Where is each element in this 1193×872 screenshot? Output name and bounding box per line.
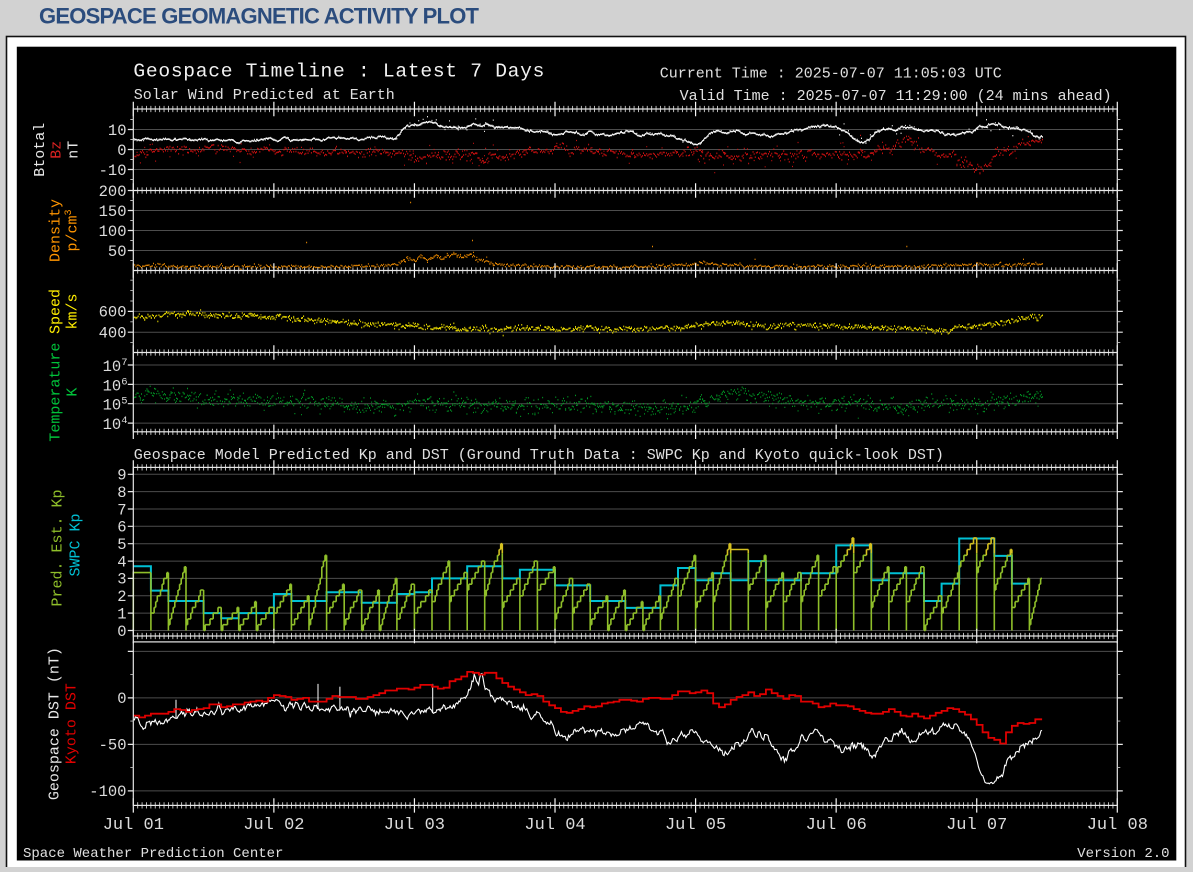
svg-text:Kyoto DST: Kyoto DST: [64, 683, 81, 764]
svg-text:Density: Density: [48, 199, 65, 262]
svg-text:1: 1: [117, 605, 126, 623]
svg-text:Jul 06: Jul 06: [806, 816, 867, 835]
svg-text:Version 2.0: Version 2.0: [1077, 846, 1169, 862]
svg-text:600: 600: [99, 304, 127, 322]
svg-text:400: 400: [99, 325, 127, 343]
svg-text:Jul 07: Jul 07: [946, 816, 1007, 835]
svg-text:2: 2: [117, 588, 126, 606]
svg-text:Jul 02: Jul 02: [243, 816, 304, 835]
svg-text:0: 0: [117, 142, 126, 160]
svg-text:SWPC Kp: SWPC Kp: [68, 513, 85, 576]
svg-text:Temperature: Temperature: [48, 343, 65, 442]
svg-text:4: 4: [117, 553, 126, 571]
svg-text:Jul 05: Jul 05: [665, 816, 726, 835]
svg-text:9: 9: [117, 467, 126, 485]
svg-text:5: 5: [117, 536, 126, 554]
svg-text:nT: nT: [66, 141, 83, 159]
svg-text:100: 100: [99, 223, 127, 241]
svg-text:Bz: Bz: [49, 141, 66, 159]
svg-text:Geospace Timeline : Latest 7 D: Geospace Timeline : Latest 7 Days: [133, 61, 544, 83]
svg-text:150: 150: [99, 203, 127, 221]
svg-text:Space Weather Prediction Cente: Space Weather Prediction Center: [23, 846, 283, 862]
svg-text:-100: -100: [89, 783, 126, 801]
svg-text:0: 0: [117, 690, 126, 708]
svg-text:K: K: [65, 388, 82, 397]
svg-text:Solar Wind Predicted at Earth: Solar Wind Predicted at Earth: [134, 87, 395, 104]
svg-text:-10: -10: [99, 162, 127, 180]
svg-text:Geospace Model Predicted Kp an: Geospace Model Predicted Kp and DST (Gro…: [134, 447, 944, 464]
svg-text:Btotal: Btotal: [32, 123, 49, 177]
svg-text:p/cm3: p/cm3: [64, 209, 82, 251]
svg-text:Current Time : 2025-07-07 11:0: Current Time : 2025-07-07 11:05:03 UTC: [660, 66, 1002, 83]
svg-text:-50: -50: [99, 737, 127, 755]
svg-text:7: 7: [117, 501, 126, 519]
svg-text:0: 0: [117, 623, 126, 641]
svg-text:Geospace DST (nT): Geospace DST (nT): [47, 647, 64, 800]
svg-text:3: 3: [117, 571, 126, 589]
svg-text:Jul 01: Jul 01: [103, 816, 164, 835]
svg-text:Pred. Est. Kp: Pred. Est. Kp: [50, 489, 67, 606]
svg-text:50: 50: [108, 243, 127, 261]
svg-text:Speed: Speed: [48, 289, 65, 334]
svg-text:10: 10: [108, 122, 127, 140]
svg-text:Jul 08: Jul 08: [1087, 816, 1148, 835]
svg-text:Valid Time : 2025-07-07 11:29:: Valid Time : 2025-07-07 11:29:00 (24 min…: [680, 88, 1112, 105]
svg-text:8: 8: [117, 484, 126, 502]
svg-text:Jul 04: Jul 04: [524, 816, 585, 835]
svg-text:200: 200: [99, 183, 127, 201]
svg-text:GEOSPACE GEOMAGNETIC ACTIVITY: GEOSPACE GEOMAGNETIC ACTIVITY PLOT: [39, 4, 480, 29]
svg-text:6: 6: [117, 519, 126, 537]
svg-text:km/s: km/s: [65, 293, 82, 329]
svg-text:Jul 03: Jul 03: [384, 816, 445, 835]
